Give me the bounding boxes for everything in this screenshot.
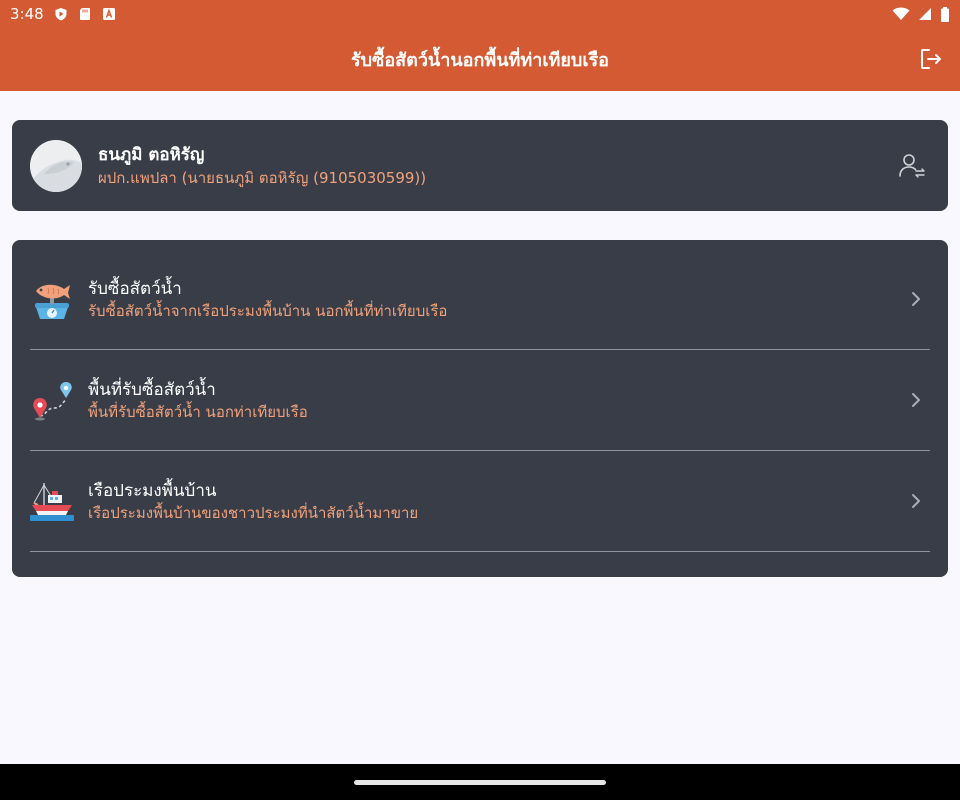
profile-text: ธนภูมิ ตอหิรัญ ผปก.แพปลา (นายธนภูมิ ตอหิ… [98,143,894,189]
status-time: 3:48 [10,5,44,23]
font-a-icon [102,8,115,20]
menu-title: พื้นที่รับซื้อสัตว์น้ำ [88,380,216,400]
menu-subtitle: เรือประมงพื้นบ้านของชาวประมงที่นำสัตว์น้… [88,504,419,522]
switch-user-icon [899,153,925,178]
chevron-right-icon [906,390,926,410]
logout-button[interactable] [916,44,946,74]
wifi-icon [892,7,910,20]
sd-card-icon [79,8,90,20]
logout-icon [921,49,941,69]
home-gesture-handle[interactable] [354,780,606,785]
menu-subtitle: พื้นที่รับซื้อสัตว์น้ำ นอกท่าเทียบเรือ [88,403,308,421]
app-bar: รับซื้อสัตว์น้ำนอกพื้นที่ท่าเทียบเรือ [0,28,960,91]
profile-subtitle: ผปก.แพปลา (นายธนภูมิ ตอหิรัญ (9105030599… [98,168,427,187]
battery-icon [941,6,949,22]
signal-icon [919,8,931,20]
navigation-bar [0,764,960,800]
map-route-icon [33,382,72,421]
chevron-right-icon [906,289,926,309]
avatar [30,139,82,192]
app-screen: 3:48 รับซื้อสัตว์น้ำนอกพื้นที่ท่าเทียบเร… [0,0,960,800]
menu-title: เรือประมงพื้นบ้าน [88,481,217,501]
app-title: รับซื้อสัตว์น้ำนอกพื้นที่ท่าเทียบเรือ [351,50,609,71]
menu-text: รับซื้อสัตว์น้ำ รับซื้อสัตว์น้ำจากเรือปร… [88,277,906,321]
status-left: 3:48 [10,5,116,23]
fishing-boat-icon [30,483,74,521]
menu-text: พื้นที่รับซื้อสัตว์น้ำ พื้นที่รับซื้อสัต… [88,378,906,422]
menu-title: รับซื้อสัตว์น้ำ [88,279,182,299]
menu-text: เรือประมงพื้นบ้าน เรือประมงพื้นบ้านของชา… [88,479,906,523]
fish-avatar-icon [30,139,82,192]
play-shield-icon [55,8,67,21]
menu-item-buy-aquatic-animals[interactable]: รับซื้อสัตว์น้ำ รับซื้อสัตว์น้ำจากเรือปร… [30,249,930,350]
fish-scale-icon [35,284,70,319]
chevron-right-icon [906,491,926,511]
menu-item-local-fishing-boats[interactable]: เรือประมงพื้นบ้าน เรือประมงพื้นบ้านของชา… [30,451,930,552]
menu-item-buying-area[interactable]: พื้นที่รับซื้อสัตว์น้ำ พื้นที่รับซื้อสัต… [30,350,930,451]
profile-card: ธนภูมิ ตอหิรัญ ผปก.แพปลา (นายธนภูมิ ตอหิ… [12,120,948,211]
switch-user-button[interactable] [894,148,930,184]
menu-subtitle: รับซื้อสัตว์น้ำจากเรือประมงพื้นบ้าน นอกพ… [88,302,448,320]
profile-name: ธนภูมิ ตอหิรัญ [98,144,205,165]
status-right [892,6,950,22]
status-bar: 3:48 [0,0,960,28]
menu-card: รับซื้อสัตว์น้ำ รับซื้อสัตว์น้ำจากเรือปร… [12,240,948,577]
